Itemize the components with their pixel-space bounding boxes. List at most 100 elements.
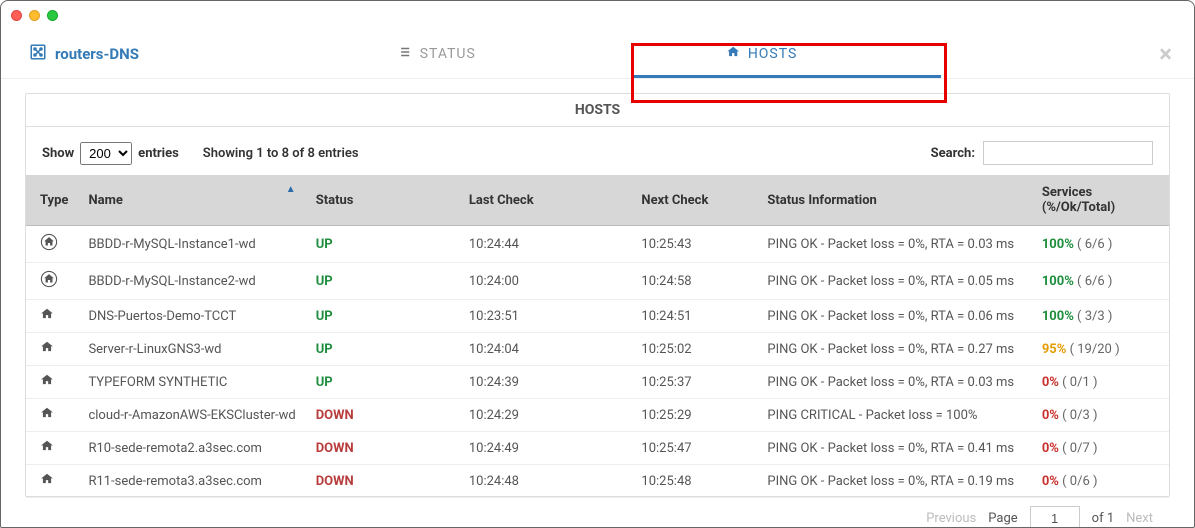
cell-next-check: 10:25:37: [631, 366, 757, 399]
host-type-icon: [40, 472, 54, 486]
cell-next-check: 10:25:29: [631, 399, 757, 432]
host-type-icon: [40, 406, 54, 420]
table-controls: Show 200 entries Showing 1 to 8 of 8 ent…: [26, 127, 1169, 175]
window-minimize-dot[interactable]: [29, 10, 40, 21]
cell-last-check: 10:24:39: [459, 366, 632, 399]
tab-status[interactable]: STATUS: [398, 29, 476, 79]
cell-next-check: 10:25:47: [631, 432, 757, 465]
cell-next-check: 10:25:43: [631, 226, 757, 263]
cell-last-check: 10:24:00: [459, 263, 632, 300]
cell-status-info: PING OK - Packet loss = 0%, RTA = 0.06 m…: [757, 300, 1031, 333]
table-row[interactable]: cloud-r-AmazonAWS-EKSCluster-wdDOWN10:24…: [26, 399, 1169, 432]
home-icon: [726, 45, 740, 63]
cell-last-check: 10:23:51: [459, 300, 632, 333]
cell-services: 0% ( 0/3 ): [1032, 399, 1169, 432]
page-size-control: Show 200 entries: [42, 142, 179, 165]
table-row[interactable]: BBDD-r-MySQL-Instance1-wdUP10:24:4410:25…: [26, 226, 1169, 263]
hosts-table: Type Name ▲ Status Last Check Next Check…: [26, 175, 1169, 498]
cell-status: DOWN: [306, 465, 459, 498]
search-input[interactable]: [983, 141, 1153, 165]
col-header-name[interactable]: Name ▲: [78, 175, 305, 226]
cell-next-check: 10:25:48: [631, 465, 757, 498]
cell-services: 100% ( 6/6 ): [1032, 226, 1169, 263]
panel-title: HOSTS: [26, 94, 1169, 127]
table-row[interactable]: BBDD-r-MySQL-Instance2-wdUP10:24:0010:24…: [26, 263, 1169, 300]
search-label: Search:: [931, 146, 975, 161]
search-control: Search:: [931, 141, 1153, 165]
cell-services: 0% ( 0/1 ): [1032, 366, 1169, 399]
show-label: Show: [42, 146, 74, 161]
cell-status-info: PING CRITICAL - Packet loss = 100%: [757, 399, 1031, 432]
cell-status-info: PING OK - Packet loss = 0%, RTA = 0.03 m…: [757, 366, 1031, 399]
cell-status-info: PING OK - Packet loss = 0%, RTA = 0.27 m…: [757, 333, 1031, 366]
cell-name: Server-r-LinuxGNS3-wd: [78, 333, 305, 366]
entries-label: entries: [138, 146, 179, 161]
host-type-icon: [40, 270, 58, 288]
cell-last-check: 10:24:04: [459, 333, 632, 366]
tab-hosts[interactable]: HOSTS: [726, 29, 798, 79]
cell-last-check: 10:24:49: [459, 432, 632, 465]
table-row[interactable]: TYPEFORM SYNTHETICUP10:24:3910:25:37PING…: [26, 366, 1169, 399]
brand-title: routers-DNS: [55, 45, 139, 63]
table-row[interactable]: Server-r-LinuxGNS3-wdUP10:24:0410:25:02P…: [26, 333, 1169, 366]
pager: Previous Page of 1 Next: [26, 498, 1169, 528]
host-type-icon: [40, 233, 58, 251]
tab-bar: STATUS HOSTS: [398, 29, 798, 79]
cell-name: DNS-Puertos-Demo-TCCT: [78, 300, 305, 333]
app-window: routers-DNS STATUS HOSTS: [0, 0, 1195, 528]
window-maximize-dot[interactable]: [47, 10, 58, 21]
cell-status: UP: [306, 263, 459, 300]
cell-name: R11-sede-remota3.a3sec.com: [78, 465, 305, 498]
cell-next-check: 10:25:02: [631, 333, 757, 366]
table-row[interactable]: R10-sede-remota2.a3sec.comDOWN10:24:4910…: [26, 432, 1169, 465]
brand[interactable]: routers-DNS: [29, 43, 139, 65]
host-type-icon: [40, 340, 54, 354]
cell-name: BBDD-r-MySQL-Instance2-wd: [78, 263, 305, 300]
tab-status-label: STATUS: [420, 46, 476, 62]
tab-active-underline: [633, 75, 941, 78]
cell-status: UP: [306, 333, 459, 366]
table-row[interactable]: DNS-Puertos-Demo-TCCTUP10:23:5110:24:51P…: [26, 300, 1169, 333]
cell-status-info: PING OK - Packet loss = 0%, RTA = 0.19 m…: [757, 465, 1031, 498]
cell-last-check: 10:24:44: [459, 226, 632, 263]
cell-services: 0% ( 0/6 ): [1032, 465, 1169, 498]
hosts-panel: HOSTS Show 200 entries Showing 1 to 8 of…: [25, 93, 1170, 497]
cell-status: UP: [306, 226, 459, 263]
cell-status: DOWN: [306, 432, 459, 465]
pager-next[interactable]: Next: [1126, 511, 1153, 526]
col-header-type[interactable]: Type: [26, 175, 78, 226]
col-header-info[interactable]: Status Information: [757, 175, 1031, 226]
cell-status: UP: [306, 300, 459, 333]
window-close-dot[interactable]: [11, 10, 22, 21]
col-header-status[interactable]: Status: [306, 175, 459, 226]
close-button[interactable]: ×: [1159, 40, 1172, 68]
topbar: routers-DNS STATUS HOSTS: [1, 29, 1194, 79]
sort-asc-icon: ▲: [286, 184, 296, 195]
cell-next-check: 10:24:58: [631, 263, 757, 300]
cell-next-check: 10:24:51: [631, 300, 757, 333]
cell-services: 100% ( 3/3 ): [1032, 300, 1169, 333]
cell-last-check: 10:24:29: [459, 399, 632, 432]
cell-name: cloud-r-AmazonAWS-EKSCluster-wd: [78, 399, 305, 432]
table-row[interactable]: R11-sede-remota3.a3sec.comDOWN10:24:4810…: [26, 465, 1169, 498]
showing-text: Showing 1 to 8 of 8 entries: [203, 146, 359, 161]
cell-services: 100% ( 6/6 ): [1032, 263, 1169, 300]
cell-last-check: 10:24:48: [459, 465, 632, 498]
window-titlebar: [1, 1, 1194, 29]
cell-status-info: PING OK - Packet loss = 0%, RTA = 0.05 m…: [757, 263, 1031, 300]
host-type-icon: [40, 373, 54, 387]
brand-icon: [29, 43, 47, 65]
cell-status: UP: [306, 366, 459, 399]
cell-name: TYPEFORM SYNTHETIC: [78, 366, 305, 399]
cell-status-info: PING OK - Packet loss = 0%, RTA = 0.41 m…: [757, 432, 1031, 465]
col-header-svc[interactable]: Services (%/Ok/Total): [1032, 175, 1169, 226]
pager-page-input[interactable]: [1030, 506, 1080, 528]
cell-services: 0% ( 0/7 ): [1032, 432, 1169, 465]
pager-previous[interactable]: Previous: [926, 511, 976, 526]
col-header-next[interactable]: Next Check: [631, 175, 757, 226]
col-header-last[interactable]: Last Check: [459, 175, 632, 226]
page-size-select[interactable]: 200: [80, 142, 132, 165]
cell-status: DOWN: [306, 399, 459, 432]
host-type-icon: [40, 439, 54, 453]
list-icon: [398, 45, 412, 63]
